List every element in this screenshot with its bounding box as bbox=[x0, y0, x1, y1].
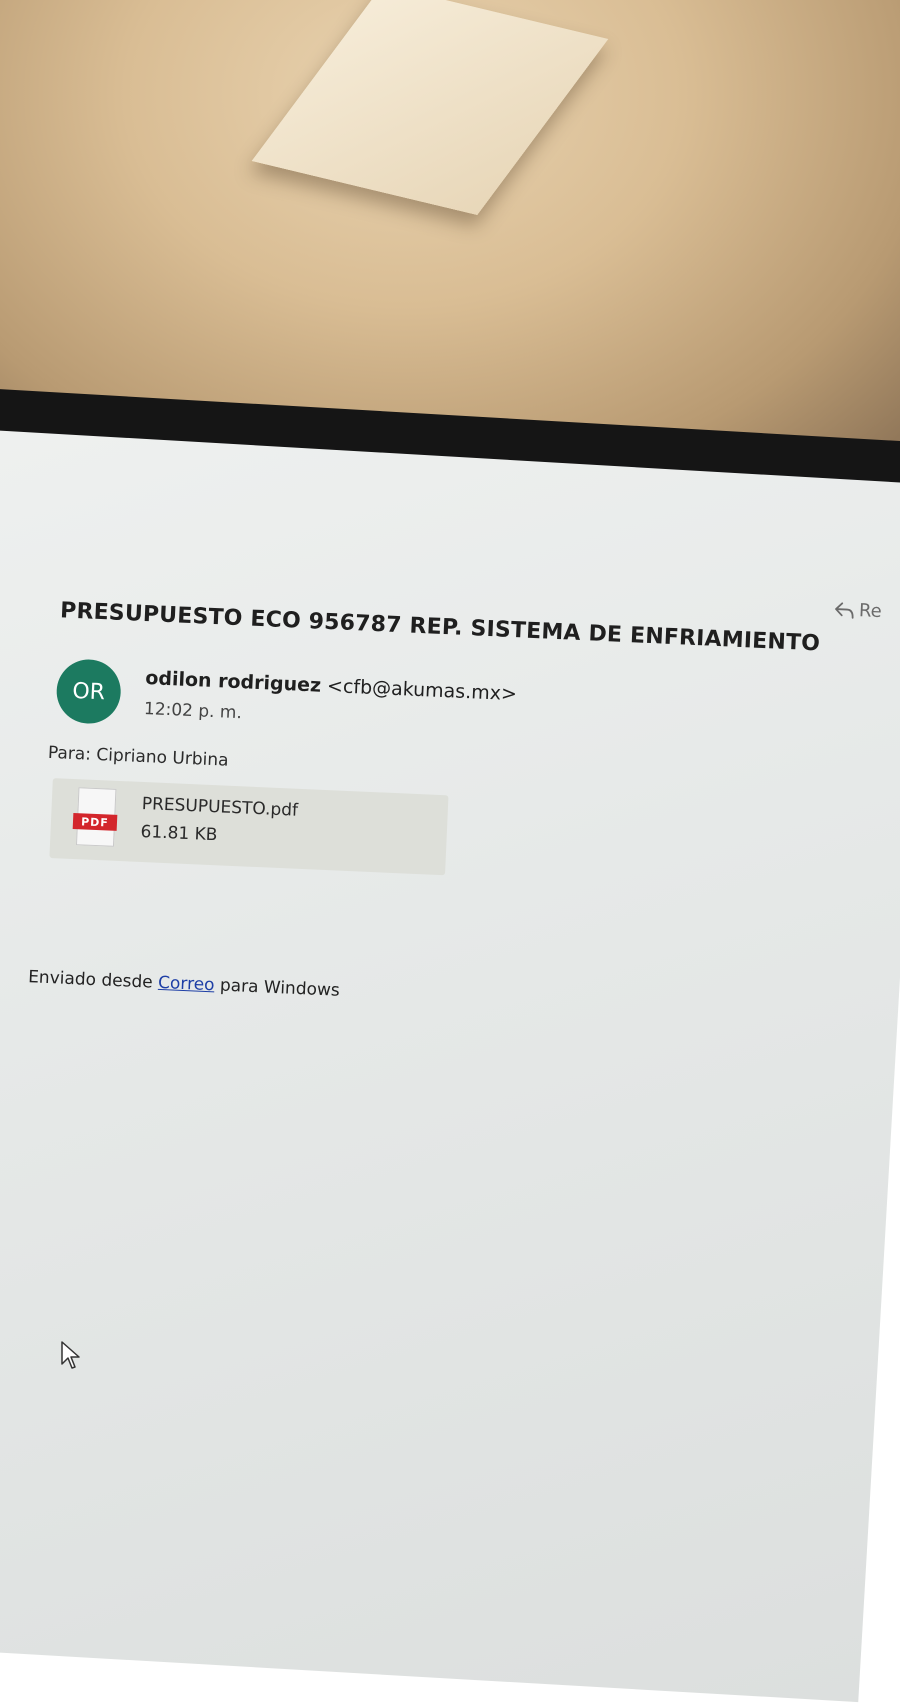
correo-link[interactable]: Correo bbox=[158, 973, 215, 995]
sent-time: 12:02 p. m. bbox=[143, 698, 243, 724]
reply-button[interactable]: Re bbox=[833, 599, 883, 623]
sender-email: <cfb@akumas.mx> bbox=[326, 674, 518, 706]
sender-name: odilon rodriguez bbox=[144, 667, 322, 697]
signature-prefix: Enviado desde bbox=[27, 967, 154, 993]
avatar-initials: OR bbox=[71, 678, 106, 705]
sender-line[interactable]: odilon rodriguez <cfb@akumas.mx> bbox=[145, 667, 517, 705]
mouse-pointer-icon bbox=[60, 1340, 82, 1370]
attachment-file-size: 61.81 KB bbox=[140, 821, 218, 846]
ceiling-light-panel bbox=[251, 0, 609, 216]
email-reading-pane: Re PRESUPUESTO ECO 956787 REP. SISTEMA D… bbox=[0, 430, 900, 1690]
pdf-file-icon: PDF bbox=[72, 787, 118, 847]
recipient-line: Para: Cipriano Urbina bbox=[48, 743, 229, 771]
signature-suffix: para Windows bbox=[219, 975, 341, 1001]
reply-label: Re bbox=[858, 600, 883, 623]
recipient-name[interactable]: Cipriano Urbina bbox=[96, 745, 229, 771]
reply-arrow-icon bbox=[833, 599, 856, 620]
email-signature: Enviado desde Correo para Windows bbox=[28, 967, 340, 1001]
monitor-screen: Re PRESUPUESTO ECO 956787 REP. SISTEMA D… bbox=[0, 430, 900, 1703]
attachment-file-name: PRESUPUESTO.pdf bbox=[141, 793, 299, 821]
pdf-tag: PDF bbox=[72, 813, 118, 831]
email-subject: PRESUPUESTO ECO 956787 REP. SISTEMA DE E… bbox=[59, 598, 821, 657]
to-label: Para: bbox=[47, 742, 92, 765]
sender-avatar[interactable]: OR bbox=[55, 658, 123, 725]
attachment-card[interactable]: PDF PRESUPUESTO.pdf 61.81 KB bbox=[49, 778, 449, 876]
